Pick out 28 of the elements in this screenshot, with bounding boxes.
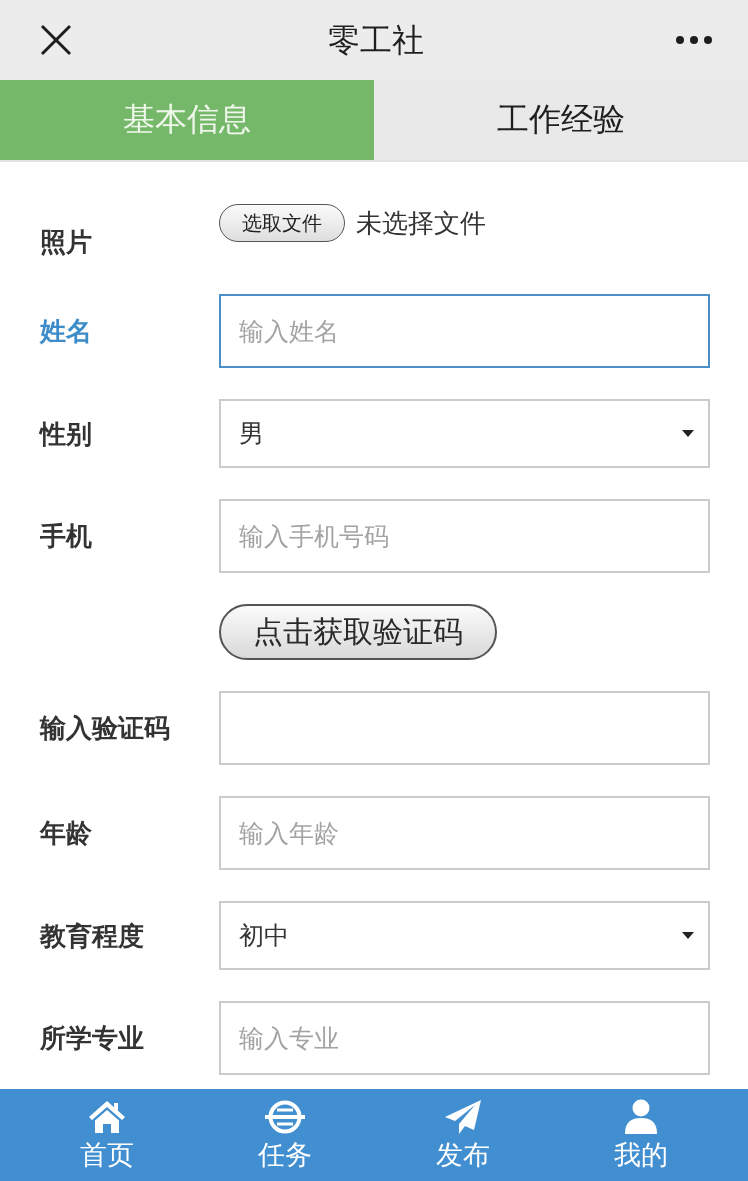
input-field[interactable]: 输入专业	[219, 1001, 710, 1075]
user-icon	[624, 1099, 658, 1135]
input-field[interactable]	[219, 691, 710, 765]
close-icon[interactable]	[40, 24, 72, 56]
choose-file-button[interactable]: 选取文件	[219, 204, 345, 242]
caret-down-icon	[682, 932, 694, 939]
page-title: 零工社	[328, 20, 424, 60]
field-label: 年龄	[40, 818, 92, 848]
caret-down-icon	[682, 430, 694, 437]
field-label: 手机	[40, 521, 92, 551]
field-label: 教育程度	[40, 920, 144, 951]
field-label: 姓名	[40, 316, 92, 346]
field-label: 所学专业	[40, 1023, 144, 1053]
select-field[interactable]: 初中	[219, 901, 710, 970]
field-label: 性别	[40, 418, 92, 449]
file-status-text: 未选择文件	[356, 206, 486, 240]
paper-plane-icon	[443, 1099, 483, 1135]
input-field[interactable]: 输入姓名	[219, 294, 710, 368]
tab[interactable]: 工作经验	[374, 80, 748, 160]
more-icon[interactable]	[676, 36, 712, 44]
field-label: 输入验证码	[40, 713, 170, 743]
field-label: 照片	[40, 227, 92, 257]
home-icon	[87, 1099, 127, 1135]
get-code-button[interactable]: 点击获取验证码	[219, 604, 497, 660]
input-field[interactable]: 输入年龄	[219, 796, 710, 870]
input-field[interactable]: 输入手机号码	[219, 499, 710, 573]
select-field[interactable]: 男	[219, 399, 710, 468]
circle-stripes-icon	[263, 1099, 307, 1135]
